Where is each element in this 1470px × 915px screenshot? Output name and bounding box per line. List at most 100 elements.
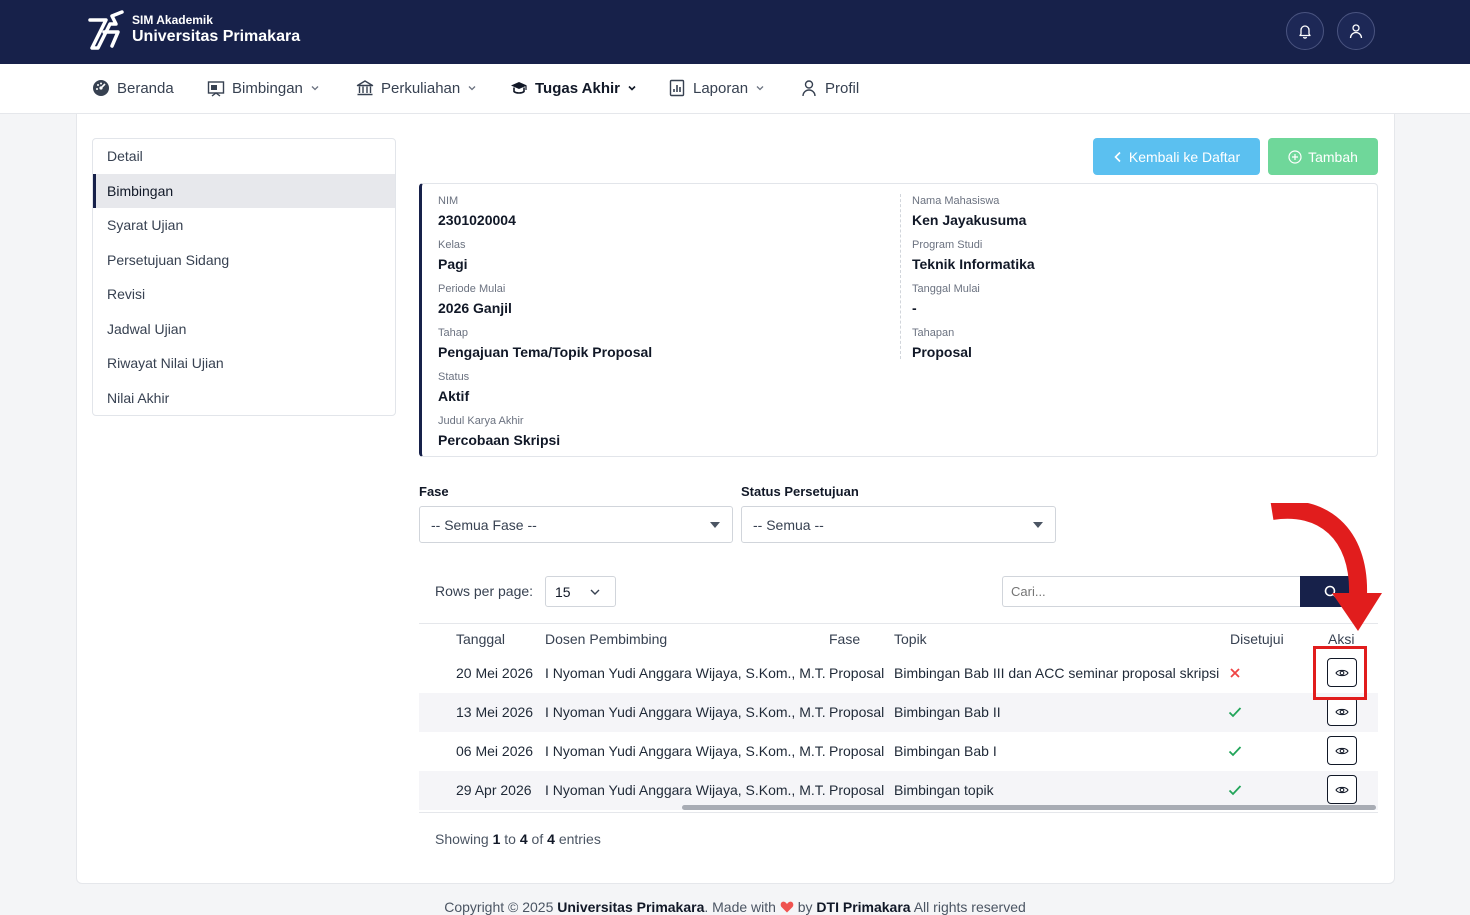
- nav-item-profil[interactable]: Profil: [800, 64, 859, 112]
- nav-label: Tugas Akhir: [535, 79, 621, 97]
- fase-filter-label: Fase: [419, 484, 449, 499]
- user-icon: [1349, 24, 1363, 39]
- field-label: Status: [438, 371, 470, 383]
- field-value: Ken Jayakusuma: [912, 212, 1027, 228]
- nav-item-beranda[interactable]: Beranda: [92, 64, 174, 112]
- nav-item-bimbingan[interactable]: Bimbingan: [207, 64, 320, 112]
- view-detail-button[interactable]: [1327, 775, 1357, 804]
- app-title: Universitas Primakara: [132, 28, 301, 45]
- chart-report-icon: [669, 79, 685, 97]
- cell-dosen: I Nyoman Yudi Anggara Wijaya, S.Kom., M.…: [545, 704, 826, 720]
- nav-label: Profil: [825, 79, 860, 97]
- cell-topik: Bimbingan Bab III dan ACC seminar propos…: [894, 665, 1220, 681]
- nav-item-perkuliahan[interactable]: Perkuliahan: [356, 64, 477, 112]
- approved-check-icon: [1228, 785, 1242, 796]
- column-header-dosen[interactable]: Dosen Pembimbing: [545, 631, 667, 647]
- field-judul-karya-akhir: Judul Karya Akhir Percobaan Skripsi: [438, 414, 560, 450]
- column-header-fase[interactable]: Fase: [829, 631, 860, 647]
- side-item-bimbingan[interactable]: Bimbingan: [93, 173, 395, 208]
- chevron-down-icon: [756, 86, 764, 91]
- table-divider: [419, 812, 1378, 813]
- table-row: 13 Mei 2026 I Nyoman Yudi Anggara Wijaya…: [419, 693, 1378, 732]
- graduation-cap-icon: [511, 82, 527, 94]
- showing-prefix: Showing: [435, 831, 489, 847]
- add-button[interactable]: Tambah: [1268, 138, 1378, 175]
- field-value: Pagi: [438, 256, 468, 272]
- plus-circle-icon: [1288, 149, 1302, 164]
- field-label: Program Studi: [912, 239, 983, 251]
- dashboard-icon: [93, 80, 109, 96]
- chevron-down-icon: [628, 85, 636, 91]
- search-input[interactable]: [1002, 576, 1301, 607]
- annotation-arrow-icon: [1270, 503, 1382, 631]
- side-item-revisi[interactable]: Revisi: [93, 277, 395, 312]
- cell-fase: Proposal: [829, 782, 885, 798]
- approved-check-icon: [1228, 746, 1242, 757]
- column-header-topik[interactable]: Topik: [894, 631, 927, 647]
- cell-tanggal: 20 Mei 2026: [456, 665, 534, 681]
- notifications-button[interactable]: [1286, 12, 1324, 50]
- info-divider: [900, 194, 901, 359]
- back-button-label: Kembali ke Daftar: [1128, 148, 1241, 165]
- nav-label: Perkuliahan: [381, 79, 461, 97]
- field-label: Tahap: [438, 327, 468, 339]
- top-bar: SIM Akademik Universitas Primakara: [0, 0, 1470, 64]
- side-item-persetujuan-sidang[interactable]: Persetujuan Sidang: [93, 243, 395, 278]
- field-value: 2026 Ganjil: [438, 300, 512, 316]
- annotation-highlight-box: [1313, 646, 1367, 700]
- brand[interactable]: SIM Akademik Universitas Primakara: [86, 10, 300, 50]
- table-row: 20 Mei 2026 I Nyoman Yudi Anggara Wijaya…: [419, 654, 1378, 693]
- rows-per-page-select[interactable]: 15: [545, 576, 616, 607]
- cell-fase: Proposal: [829, 743, 885, 759]
- footer-team-link[interactable]: DTI Primakara: [816, 899, 910, 915]
- column-header-tanggal[interactable]: Tanggal: [456, 631, 505, 647]
- user-menu-button[interactable]: [1337, 12, 1375, 50]
- page-footer: Copyright © 2025 Universitas Primakara. …: [0, 899, 1470, 915]
- rejected-x-icon: [1230, 668, 1240, 678]
- field-status: Status Aktif: [438, 370, 469, 406]
- cell-tanggal: 13 Mei 2026: [456, 704, 534, 720]
- nav-item-tugas-akhir[interactable]: Tugas Akhir: [510, 64, 637, 112]
- user-icon: [802, 80, 816, 97]
- cell-dosen: I Nyoman Yudi Anggara Wijaya, S.Kom., M.…: [545, 665, 826, 681]
- side-item-syarat-ujian[interactable]: Syarat Ujian: [93, 208, 395, 243]
- nav-label: Bimbingan: [232, 79, 303, 97]
- horizontal-scrollbar[interactable]: [682, 805, 1376, 810]
- field-label: Tahapan: [912, 327, 955, 339]
- status-persetujuan-select[interactable]: -- Semua --: [741, 506, 1056, 543]
- fase-select-value: -- Semua Fase --: [431, 516, 537, 533]
- chevron-down-icon: [311, 86, 319, 91]
- side-item-detail[interactable]: Detail: [93, 139, 395, 174]
- side-menu: Detail Bimbingan Syarat Ujian Persetujua…: [92, 138, 396, 416]
- caret-down-icon: [710, 522, 720, 528]
- field-value: Aktif: [438, 388, 470, 404]
- field-label: Tanggal Mulai: [912, 283, 980, 295]
- cell-fase: Proposal: [829, 665, 885, 681]
- field-tahapan: Tahapan Proposal: [912, 326, 972, 362]
- field-program-studi: Program Studi Teknik Informatika: [912, 238, 1035, 274]
- showing-to: 4: [519, 831, 528, 847]
- nav-item-laporan[interactable]: Laporan: [668, 64, 765, 112]
- footer-org-link[interactable]: Universitas Primakara: [557, 899, 704, 915]
- field-value: 2301020004: [438, 212, 516, 228]
- side-item-jadwal-ujian[interactable]: Jadwal Ujian: [93, 312, 395, 347]
- chevron-down-icon: [468, 86, 476, 91]
- showing-to-word: to: [504, 831, 516, 847]
- side-item-nilai-akhir[interactable]: Nilai Akhir: [93, 381, 395, 416]
- rows-per-page-label: Rows per page:: [435, 583, 534, 599]
- bell-icon: [1299, 25, 1311, 39]
- showing-suffix: entries: [558, 831, 601, 847]
- view-detail-button[interactable]: [1327, 736, 1357, 765]
- field-kelas: Kelas Pagi: [438, 238, 468, 274]
- university-logo-icon: [88, 10, 124, 50]
- back-to-list-button[interactable]: Kembali ke Daftar: [1093, 138, 1260, 175]
- cell-dosen: I Nyoman Yudi Anggara Wijaya, S.Kom., M.…: [545, 743, 826, 759]
- view-detail-button[interactable]: [1327, 697, 1357, 726]
- fase-select[interactable]: -- Semua Fase --: [419, 506, 733, 543]
- caret-down-icon: [1033, 522, 1043, 528]
- side-item-riwayat-nilai-ujian[interactable]: Riwayat Nilai Ujian: [93, 346, 395, 381]
- field-value: Percobaan Skripsi: [438, 432, 561, 448]
- cell-dosen: I Nyoman Yudi Anggara Wijaya, S.Kom., M.…: [545, 782, 826, 798]
- field-value: Proposal: [912, 344, 972, 360]
- nav-label: Beranda: [117, 79, 174, 97]
